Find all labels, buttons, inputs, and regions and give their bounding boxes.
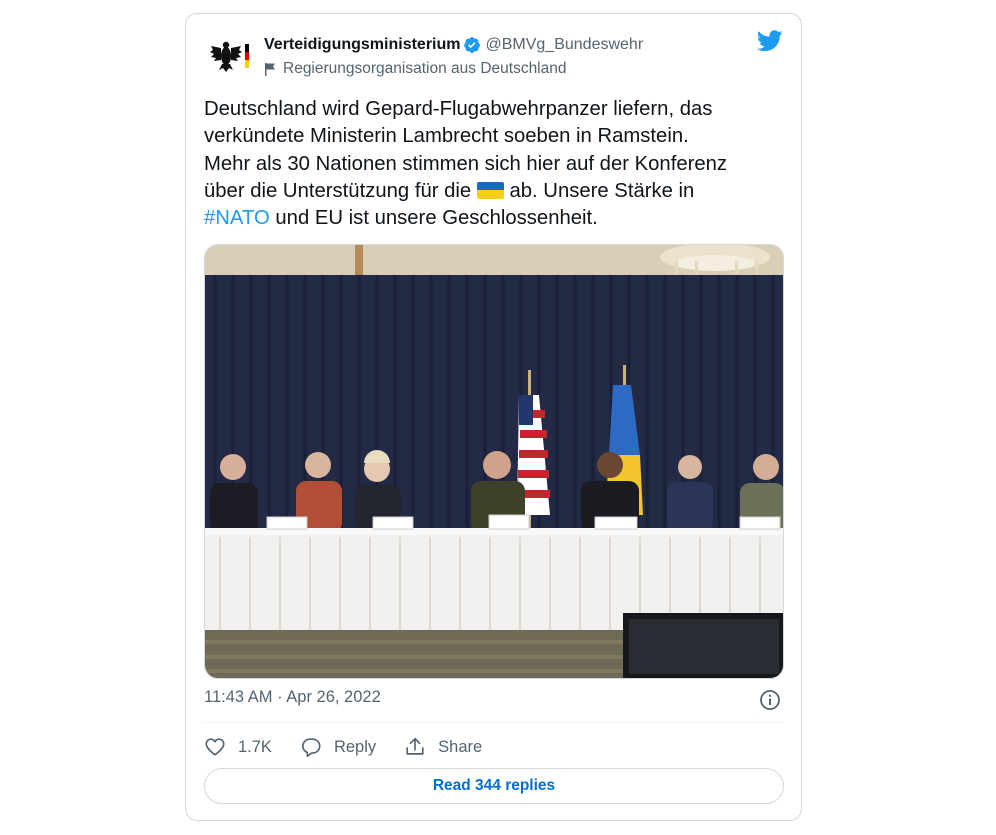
heart-icon xyxy=(205,738,225,756)
tweet-photo[interactable] xyxy=(204,244,784,679)
author-block: Verteidigungsministerium @BMVg_Bundesweh… xyxy=(264,34,643,80)
conference-photo xyxy=(205,245,783,678)
tweet-date: Apr 26, 2022 xyxy=(286,688,381,706)
meta-separator: · xyxy=(272,688,287,706)
twitter-bird-icon[interactable] xyxy=(757,30,783,52)
action-bar: 1.7K Reply Share xyxy=(204,736,510,758)
tweet-text-part3: und EU ist unsere Geschlossenheit. xyxy=(269,207,598,230)
reply-button[interactable]: Reply xyxy=(300,736,376,758)
hashtag-link[interactable]: #NATO xyxy=(204,207,270,229)
info-icon[interactable] xyxy=(759,689,781,711)
tweet-text-part2: ab. Unsere Stärke in xyxy=(509,179,695,202)
share-button[interactable]: Share xyxy=(404,736,482,758)
ukraine-flag-icon xyxy=(476,181,504,199)
author-handle[interactable]: @BMVg_Bundeswehr xyxy=(485,36,643,54)
government-label-row: Regierungsorganisation aus Deutschland xyxy=(264,58,643,80)
tweet-card: Verteidigungsministerium @BMVg_Bundesweh… xyxy=(185,13,802,821)
tweet-time: 11:43 AM xyxy=(204,688,273,706)
share-upload-icon xyxy=(406,737,424,755)
government-label: Regierungsorganisation aus Deutschland xyxy=(283,60,567,77)
divider xyxy=(204,722,784,723)
author-name[interactable]: Verteidigungsministerium xyxy=(264,36,460,54)
verified-badge-icon xyxy=(464,37,481,53)
share-label: Share xyxy=(438,737,483,756)
like-count: 1.7K xyxy=(238,737,272,756)
author-name-row: Verteidigungsministerium @BMVg_Bundesweh… xyxy=(264,34,643,56)
reply-bubble-icon xyxy=(302,738,321,757)
tweet-text: Deutschland wird Gepard-Flugabwehrpanzer… xyxy=(204,96,789,232)
federal-eagle-logo xyxy=(209,36,249,76)
read-replies-button[interactable]: Read 344 replies xyxy=(204,768,784,804)
government-flag-icon xyxy=(265,63,275,76)
like-button[interactable]: 1.7K xyxy=(204,736,272,758)
avatar[interactable] xyxy=(209,36,249,76)
reply-label: Reply xyxy=(333,737,377,756)
tweet-timestamp[interactable]: 11:43 AM · Apr 26, 2022 xyxy=(204,688,381,707)
